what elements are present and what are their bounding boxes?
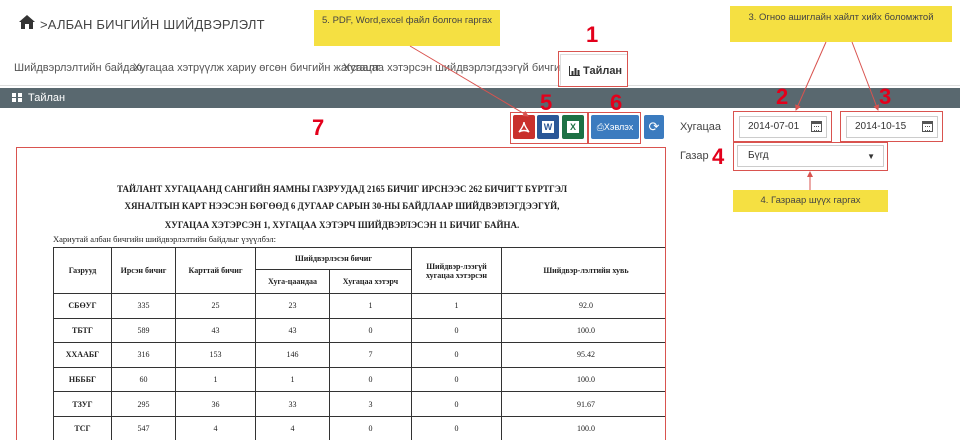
annotation-number: 5 — [540, 90, 553, 115]
report-title-line: ХЯНАЛТЫН КАРТ НЭЭСЭН БӨГӨӨД 6 ДУГААР САР… — [124, 201, 560, 211]
table-cell: 547 — [111, 415, 176, 440]
table-cell: ТЗУГ — [53, 391, 112, 417]
report-title-line: ТАЙЛАНТ ХУГАЦААНД САНГИЙН ЯАМНЫ ГАЗРУУДА… — [116, 184, 568, 194]
table-cell: 335 — [111, 293, 176, 319]
report-preview[interactable]: ТАЙЛАНТ ХУГАЦААНД САНГИЙН ЯАМНЫ ГАЗРУУДА… — [16, 147, 666, 440]
table-cell: 0 — [411, 317, 502, 344]
table-cell: 1 — [411, 293, 502, 319]
col-header-card: Карттай бичиг — [175, 247, 256, 294]
org-label: Газар — [680, 150, 709, 162]
table-cell: 4 — [175, 415, 256, 440]
home-icon[interactable] — [18, 14, 36, 30]
report-table-body: СБӨУГ 335 25 23 1 1 92.0 ТБТГ 589 43 43 0 0 100.0 ХХАА… — [53, 293, 665, 440]
note-date-search: 3. Огноо ашиглайн хайлт хийх боломжтой — [730, 6, 952, 42]
annotation-number: 2 — [776, 84, 789, 109]
table-cell: 43 — [175, 317, 256, 344]
note-org-filter: 4. Газраар шүүх гаргах — [733, 190, 888, 212]
table-cell: 43 — [255, 317, 330, 344]
table-cell: 100.0 — [501, 317, 665, 344]
table-cell: 0 — [329, 317, 412, 344]
col-header-overdue: Хугацаа хэтэрч — [329, 269, 412, 294]
table-cell: 295 — [111, 391, 176, 417]
table-cell: 1 — [329, 293, 412, 319]
table-row: СБӨУГ 335 25 23 1 1 92.0 — [53, 293, 665, 319]
table-cell: 100.0 — [501, 415, 665, 440]
highlight-print-button — [588, 112, 641, 144]
annotation-number: 4 — [712, 144, 725, 169]
table-cell: 36 — [175, 391, 256, 417]
panel-header: Тайлан — [0, 88, 960, 108]
highlight-report-tab — [558, 51, 628, 87]
col-header-unresolved: Шийдвэр-лээгүй хугацаа хэтэрсэн — [411, 247, 502, 294]
table-row: ТСГ 547 4 4 0 0 100.0 — [53, 415, 665, 440]
table-cell: 95.42 — [501, 342, 665, 368]
table-cell: 92.0 — [501, 293, 665, 319]
table-cell: 0 — [411, 342, 502, 368]
col-header-rate: Шийдвэр-лэлтийн хувь — [501, 247, 665, 294]
table-cell: ТСГ — [53, 415, 112, 440]
tab-status[interactable]: Шийдвэрлэлтийн байдал — [14, 62, 142, 74]
table-cell: 0 — [329, 366, 412, 393]
annotation-number: 6 — [610, 90, 623, 115]
table-cell: 316 — [111, 342, 176, 368]
col-header-org: Газрууд — [53, 247, 112, 294]
col-header-received: Ирсэн бичиг — [111, 247, 176, 294]
table-cell: 100.0 — [501, 366, 665, 393]
tab-bar: Шийдвэрлэлтийн байдал Хугацаа хэтрүүлж х… — [0, 50, 960, 86]
table-cell: ТБТГ — [53, 317, 112, 344]
col-header-resolved: Шийдвэрлэсэн бичиг — [255, 247, 412, 270]
table-cell: 146 — [255, 342, 330, 368]
table-cell: ХХААБГ — [53, 342, 112, 368]
table-cell: 7 — [329, 342, 412, 368]
annotation-number: 3 — [879, 84, 892, 109]
highlight-date-to — [840, 111, 943, 142]
annotation-number: 7 — [312, 115, 325, 140]
table-cell: 25 — [175, 293, 256, 319]
highlight-org-select — [733, 142, 888, 171]
table-icon — [12, 93, 22, 102]
report-note: Хариутай албан бичгийн шийдвэрлэлтийн ба… — [53, 234, 277, 244]
table-row: ТЗУГ 295 36 33 3 0 91.67 — [53, 391, 665, 417]
table-row: ХХААБГ 316 153 146 7 0 95.42 — [53, 342, 665, 368]
panel-title: Тайлан — [28, 92, 66, 104]
refresh-icon: ⟳ — [648, 119, 660, 134]
table-cell: НБББГ — [53, 366, 112, 393]
table-cell: 91.67 — [501, 391, 665, 417]
table-cell: 0 — [411, 391, 502, 417]
table-cell: 60 — [111, 366, 176, 393]
table-row: ТБТГ 589 43 43 0 0 100.0 — [53, 317, 665, 344]
table-cell: 33 — [255, 391, 330, 417]
table-cell: 0 — [411, 366, 502, 393]
table-cell: 3 — [329, 391, 412, 417]
table-cell: 0 — [329, 415, 412, 440]
page-title: >АЛБАН БИЧГИЙН ШИЙДВЭРЛЭЛТ — [40, 17, 265, 32]
table-cell: 153 — [175, 342, 256, 368]
table-cell: 0 — [411, 415, 502, 440]
table-row: НБББГ 60 1 1 0 0 100.0 — [53, 366, 665, 393]
highlight-date-from — [733, 111, 832, 142]
table-cell: 4 — [255, 415, 330, 440]
col-header-in-time: Хуга-цаандаа — [255, 269, 330, 294]
annotation-number: 1 — [586, 22, 599, 47]
refresh-button[interactable]: ⟳ — [644, 115, 664, 139]
report-table: Газрууд Ирсэн бичиг Карттай бичиг Шийдвэ… — [53, 247, 665, 440]
table-cell: 1 — [175, 366, 256, 393]
table-cell: СБӨУГ — [53, 293, 112, 319]
table-cell: 589 — [111, 317, 176, 344]
note-export: 5. PDF, Word,excel файл болгон гаргах — [314, 10, 500, 46]
table-cell: 1 — [255, 366, 330, 393]
period-label: Хугацаа — [680, 121, 722, 133]
report-title-line: ХУГАЦАА ХЭТЭРСЭН 1, ХУГАЦАА ХЭТЭРЧ ШИЙДВ… — [164, 220, 520, 230]
table-cell: 23 — [255, 293, 330, 319]
highlight-export-buttons — [510, 112, 588, 144]
